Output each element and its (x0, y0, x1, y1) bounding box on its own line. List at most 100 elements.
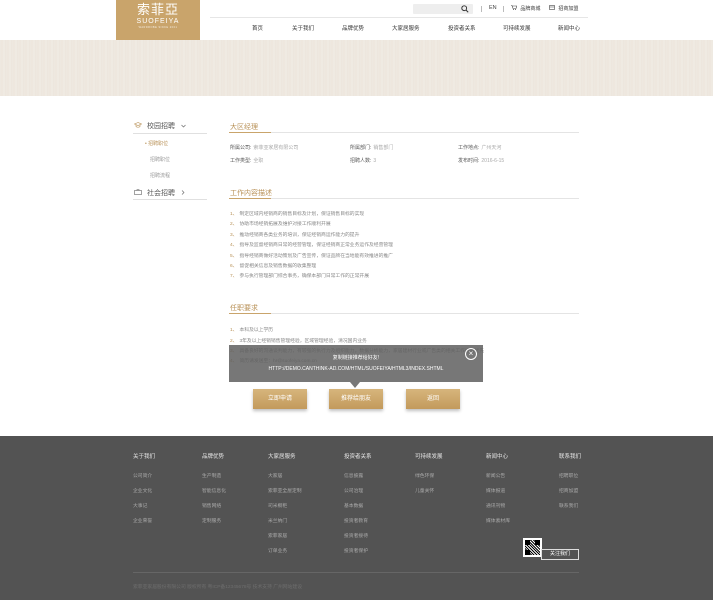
footer-link[interactable]: 媒体报道 (486, 487, 505, 494)
job-title: 大区经理 (230, 124, 258, 131)
sidebar-campus-recruit[interactable]: 校园招聘 (133, 121, 186, 131)
nav-home[interactable]: 首页 (252, 24, 263, 32)
desc-title: 工作内容描述 (230, 190, 272, 197)
logo-sub-text: WARDROBE SINCE 2001 (138, 26, 178, 29)
list-item: 3、 推动经销商各类业务的培训，保证经销商运作能力的提升 (230, 233, 360, 238)
chevron-down-icon (181, 123, 186, 130)
field-company: 所属公司: 索菲亚家居有限公司 (230, 145, 299, 151)
close-icon[interactable]: × (465, 348, 477, 360)
field-job-type: 工作类型: 全职 (230, 158, 264, 164)
nav-sustainability[interactable]: 可持续发展 (503, 24, 531, 32)
recruit-label: 招商加盟 (558, 6, 579, 12)
list-item: 5、 指导经销商做好活动策划及广告宣传，保证品牌在当地能有效推进的推广 (230, 254, 393, 259)
section-accent (229, 313, 271, 314)
header-divider (481, 6, 482, 12)
banner (0, 40, 713, 96)
share-popup-url[interactable]: HTTP://DEMO.CANTHINK-AD.COM/HTML/SUOFEIY… (229, 366, 483, 372)
req-title: 任职要求 (230, 305, 258, 312)
list-item: 7、 参与执行管理部门综合事务，确保本部门日常工作的正常开展 (230, 274, 369, 279)
footer-col-head[interactable]: 品牌优势 (202, 452, 224, 460)
language-switch[interactable]: EN (489, 5, 497, 11)
footer-link[interactable]: 生产制造 (202, 472, 221, 479)
list-item: 2、 3年及以上经销销售管理经验，区域管理经验，清况国内业务 (230, 339, 367, 344)
footer-divider (133, 572, 579, 573)
logo[interactable]: 索菲亞 SUOFEIYA WARDROBE SINCE 2001 (116, 0, 200, 40)
share-popup (229, 345, 483, 382)
sidebar-item-job-positions-active[interactable]: • 招聘职位 (145, 140, 168, 147)
nav-home-service[interactable]: 大家居服务 (392, 24, 420, 32)
recruit-link[interactable]: 招商加盟 (549, 5, 578, 12)
share-popup-title: 复制链接推荐给好友! (332, 355, 380, 361)
footer-link[interactable]: 联系我们 (559, 502, 578, 509)
footer-link[interactable]: 儿童关怀 (415, 487, 434, 494)
sidebar-social-recruit[interactable]: 社会招聘 (134, 188, 185, 198)
footer-col-head[interactable]: 大家居服务 (268, 452, 296, 460)
field-publish-date: 发布时间: 2016-6-15 (458, 158, 505, 164)
sidebar-item-job-positions[interactable]: 招聘职位 (150, 156, 170, 163)
footer-col-head[interactable]: 关于我们 (133, 452, 155, 460)
list-item: 2、 协助市场经销拓展及维护对接工作顺利开展 (230, 222, 331, 227)
footer-col-head[interactable]: 可持续发展 (415, 452, 443, 460)
footer-link[interactable]: 公司治理 (344, 487, 363, 494)
footer-link[interactable]: 信息披露 (344, 472, 363, 479)
search-icon[interactable] (461, 5, 469, 13)
sidebar-divider (133, 133, 207, 134)
sidebar-social-label: 社会招聘 (146, 190, 175, 197)
footer-col-head[interactable]: 联系我们 (559, 452, 581, 460)
share-popup-pointer (350, 382, 360, 388)
footer-link[interactable]: 投资者接待 (344, 532, 368, 539)
footer-link[interactable]: 索菲亚全屋定制 (268, 487, 302, 494)
footer-link[interactable]: 大家居 (268, 472, 282, 479)
back-button[interactable]: 返回 (406, 389, 460, 409)
footer-link[interactable]: 投资者保护 (344, 547, 368, 554)
footer-link[interactable]: 投资者教育 (344, 517, 368, 524)
logo-en-text: SUOFEIYA (136, 18, 180, 25)
apply-button[interactable]: 立即申请 (253, 389, 307, 409)
list-item: 1、 制定区域内经销商的销售目标及计划，保证销售目标的实现 (230, 212, 365, 217)
footer-link[interactable]: 索菲家居 (268, 532, 287, 539)
footer-link[interactable]: 司米橱柜 (268, 502, 287, 509)
footer-link[interactable]: 公司简介 (133, 472, 152, 479)
section-accent (229, 132, 271, 133)
section-accent (229, 198, 271, 199)
footer-link[interactable]: 绿色环保 (415, 472, 434, 479)
footer-link[interactable]: 媒体素材库 (486, 517, 510, 524)
follow-us-button[interactable]: 关注我们 (541, 549, 579, 560)
nav-investors[interactable]: 投资者关系 (448, 24, 476, 32)
list-item: 1、 本科及以上学历 (230, 328, 274, 333)
mall-link[interactable]: 品牌商城 (511, 5, 540, 12)
footer-link[interactable]: 销售网络 (202, 502, 221, 509)
qr-code-icon (523, 538, 542, 557)
copyright-text: 索菲亚家居股份有限公司 版权所有 粤ICP备12345678号 技术支持 广州网… (133, 585, 302, 590)
footer-link[interactable]: 基本数据 (344, 502, 363, 509)
section-divider (229, 198, 579, 199)
sidebar-item-recruit-process[interactable]: 招聘流程 (150, 172, 170, 179)
footer-link[interactable]: 企业荣誉 (133, 517, 152, 524)
footer-link[interactable]: 米兰纳门 (268, 517, 287, 524)
section-divider (229, 313, 579, 314)
nav-about[interactable]: 关于我们 (292, 24, 314, 32)
footer-link[interactable]: 大事记 (133, 502, 147, 509)
footer-link[interactable]: 招商加盟 (559, 487, 578, 494)
section-divider (229, 132, 579, 133)
footer-link[interactable]: 新闻公告 (486, 472, 505, 479)
header-divider (503, 6, 504, 12)
footer-link[interactable]: 招聘职位 (559, 472, 578, 479)
recommend-button[interactable]: 推荐给朋友 (329, 389, 383, 409)
footer-col-head[interactable]: 新闻中心 (486, 452, 508, 460)
nav-news[interactable]: 新闻中心 (558, 24, 580, 32)
list-item: 4、 指导及监督经销商日常的经营管理，保证经销商正常业务运作及经营管理 (230, 243, 393, 248)
nav-brand[interactable]: 品牌优势 (342, 24, 364, 32)
footer-link[interactable]: 定制服务 (202, 517, 221, 524)
footer-link[interactable]: 智能信息化 (202, 487, 226, 494)
footer-link[interactable]: 通讯刊物 (486, 502, 505, 509)
footer-link[interactable]: 企业文化 (133, 487, 152, 494)
footer-link[interactable]: 订单业务 (268, 547, 287, 554)
cart-icon (511, 5, 518, 12)
mall-label: 品牌商城 (520, 6, 541, 12)
field-headcount: 招聘人数: 3 (350, 158, 377, 164)
handshake-icon (549, 5, 556, 12)
footer-col-head[interactable]: 投资者关系 (344, 452, 372, 460)
sidebar-divider (133, 199, 207, 200)
field-location: 工作地点: 广州天河 (458, 145, 502, 151)
